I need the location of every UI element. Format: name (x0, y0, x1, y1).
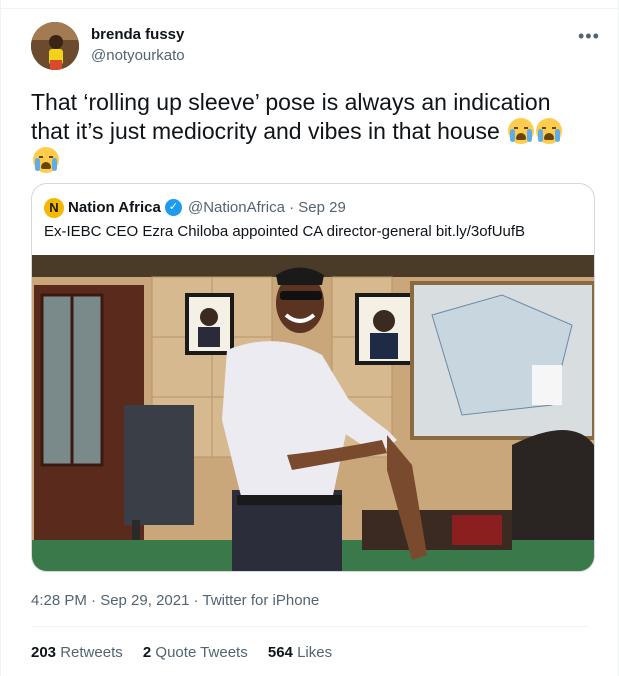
author-handle[interactable]: @notyourkato (91, 47, 185, 64)
loudly-crying-face-icon (508, 118, 535, 144)
stats-divider (31, 626, 588, 627)
quoted-author-name: Nation Africa (68, 199, 161, 216)
quoted-tweet-text: Ex-IEBC CEO Ezra Chiloba appointed CA di… (44, 223, 526, 240)
top-divider (1, 8, 618, 9)
avatar[interactable] (31, 22, 79, 70)
more-options-icon[interactable]: ••• (578, 26, 600, 47)
loudly-crying-face-icon (33, 147, 59, 173)
retweets-stat[interactable]: 203 Retweets (31, 644, 123, 661)
retweets-label: Retweets (60, 644, 123, 661)
quoted-tweet[interactable]: N Nation Africa ✓ @NationAfrica · Sep 29… (31, 183, 595, 572)
quoted-handle-date: @NationAfrica · Sep 29 (188, 199, 346, 216)
likes-stat[interactable]: 564 Likes (268, 644, 332, 661)
nation-africa-logo: N (44, 198, 64, 218)
likes-count: 564 (267, 644, 293, 661)
retweets-count: 203 (31, 644, 57, 661)
quote-tweets-label: Quote Tweets (155, 644, 248, 661)
tweet-timestamp[interactable]: 4:28 PM · Sep 29, 2021 · Twitter for iPh… (31, 592, 319, 609)
verified-badge-icon: ✓ (165, 199, 182, 216)
quote-tweets-count: 2 (142, 644, 152, 661)
author-display-name[interactable]: brenda fussy (91, 26, 184, 43)
quoted-photo[interactable] (32, 255, 594, 572)
likes-label: Likes (297, 644, 333, 661)
engagement-stats: 203 Retweets 2 Quote Tweets 564 Likes (31, 644, 348, 661)
quote-tweets-stat[interactable]: 2 Quote Tweets (143, 644, 248, 661)
tweet-body: That ‘rolling up sleeve’ pose is always … (31, 89, 551, 144)
tweet-detail: brenda fussy @notyourkato ••• That ‘roll… (0, 0, 619, 676)
tweet-text: That ‘rolling up sleeve’ pose is always … (31, 88, 591, 175)
loudly-crying-face-icon (536, 118, 563, 144)
